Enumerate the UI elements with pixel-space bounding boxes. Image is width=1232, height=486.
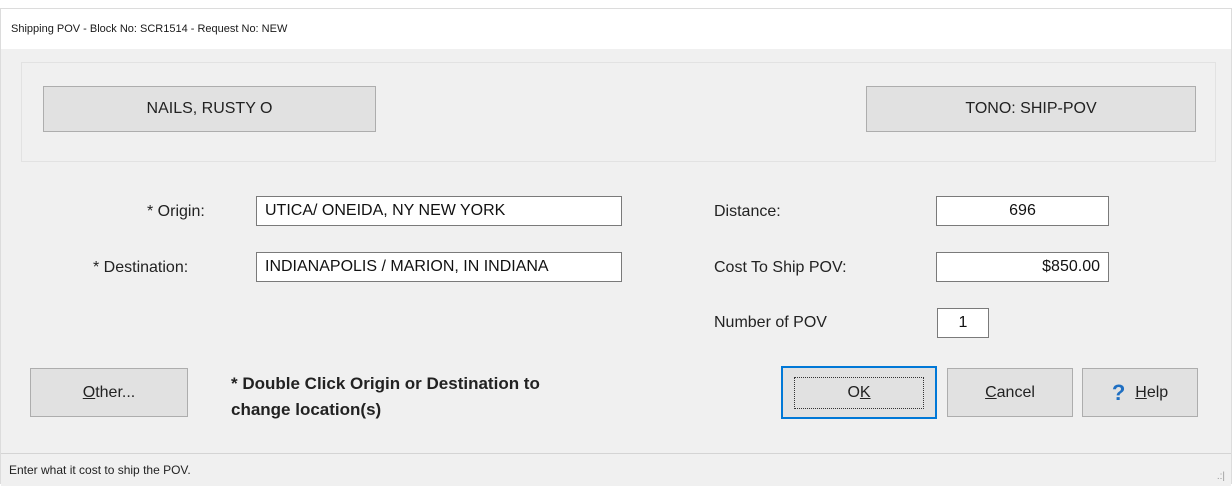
distance-field[interactable]: 696 — [936, 196, 1109, 226]
num-pov-label: Number of POV — [714, 314, 827, 331]
origin-field[interactable]: UTICA/ ONEIDA, NY NEW YORK — [256, 196, 622, 226]
header-panel: NAILS, RUSTY O TONO: SHIP-POV — [21, 62, 1216, 162]
tono-button[interactable]: TONO: SHIP-POV — [866, 86, 1196, 132]
resize-grip-icon[interactable]: .:| — [1217, 471, 1225, 482]
shipping-pov-dialog: Shipping POV - Block No: SCR1514 - Reque… — [0, 8, 1232, 486]
cost-field[interactable]: $850.00 — [936, 252, 1109, 282]
cancel-label: ancel — [996, 383, 1035, 401]
origin-label: * Origin: — [147, 203, 205, 220]
help-icon: ? — [1111, 379, 1126, 405]
other-button[interactable]: Other... — [30, 368, 188, 417]
destination-field[interactable]: INDIANAPOLIS / MARION, IN INDIANA — [256, 252, 622, 282]
status-bar: Enter what it cost to ship the POV. .:| — [1, 453, 1231, 486]
ok-accel: K — [859, 383, 871, 401]
hint-note: * Double Click Origin or Destination to … — [231, 371, 540, 423]
other-accel: O — [82, 383, 96, 401]
num-pov-field[interactable]: 1 — [937, 308, 989, 338]
cost-label: Cost To Ship POV: — [714, 259, 847, 276]
cancel-accel: C — [985, 383, 997, 401]
window-title: Shipping POV - Block No: SCR1514 - Reque… — [11, 23, 288, 35]
status-text: Enter what it cost to ship the POV. — [9, 463, 191, 477]
help-label: elp — [1146, 383, 1169, 401]
ok-label: O — [847, 383, 860, 401]
ok-focus-rect: OK — [794, 376, 924, 409]
hint-line-1: * Double Click Origin or Destination to — [231, 374, 540, 393]
cancel-button[interactable]: Cancel — [947, 368, 1073, 417]
hint-line-2: change location(s) — [231, 400, 382, 419]
help-button[interactable]: ? Help — [1082, 368, 1198, 417]
help-accel: H — [1135, 383, 1147, 401]
ok-button[interactable]: OK — [781, 366, 937, 419]
other-label: ther... — [95, 383, 136, 401]
destination-label: * Destination: — [93, 259, 189, 276]
member-name-button[interactable]: NAILS, RUSTY O — [43, 86, 376, 132]
title-bar: Shipping POV - Block No: SCR1514 - Reque… — [1, 9, 1231, 49]
distance-label: Distance: — [714, 203, 781, 220]
